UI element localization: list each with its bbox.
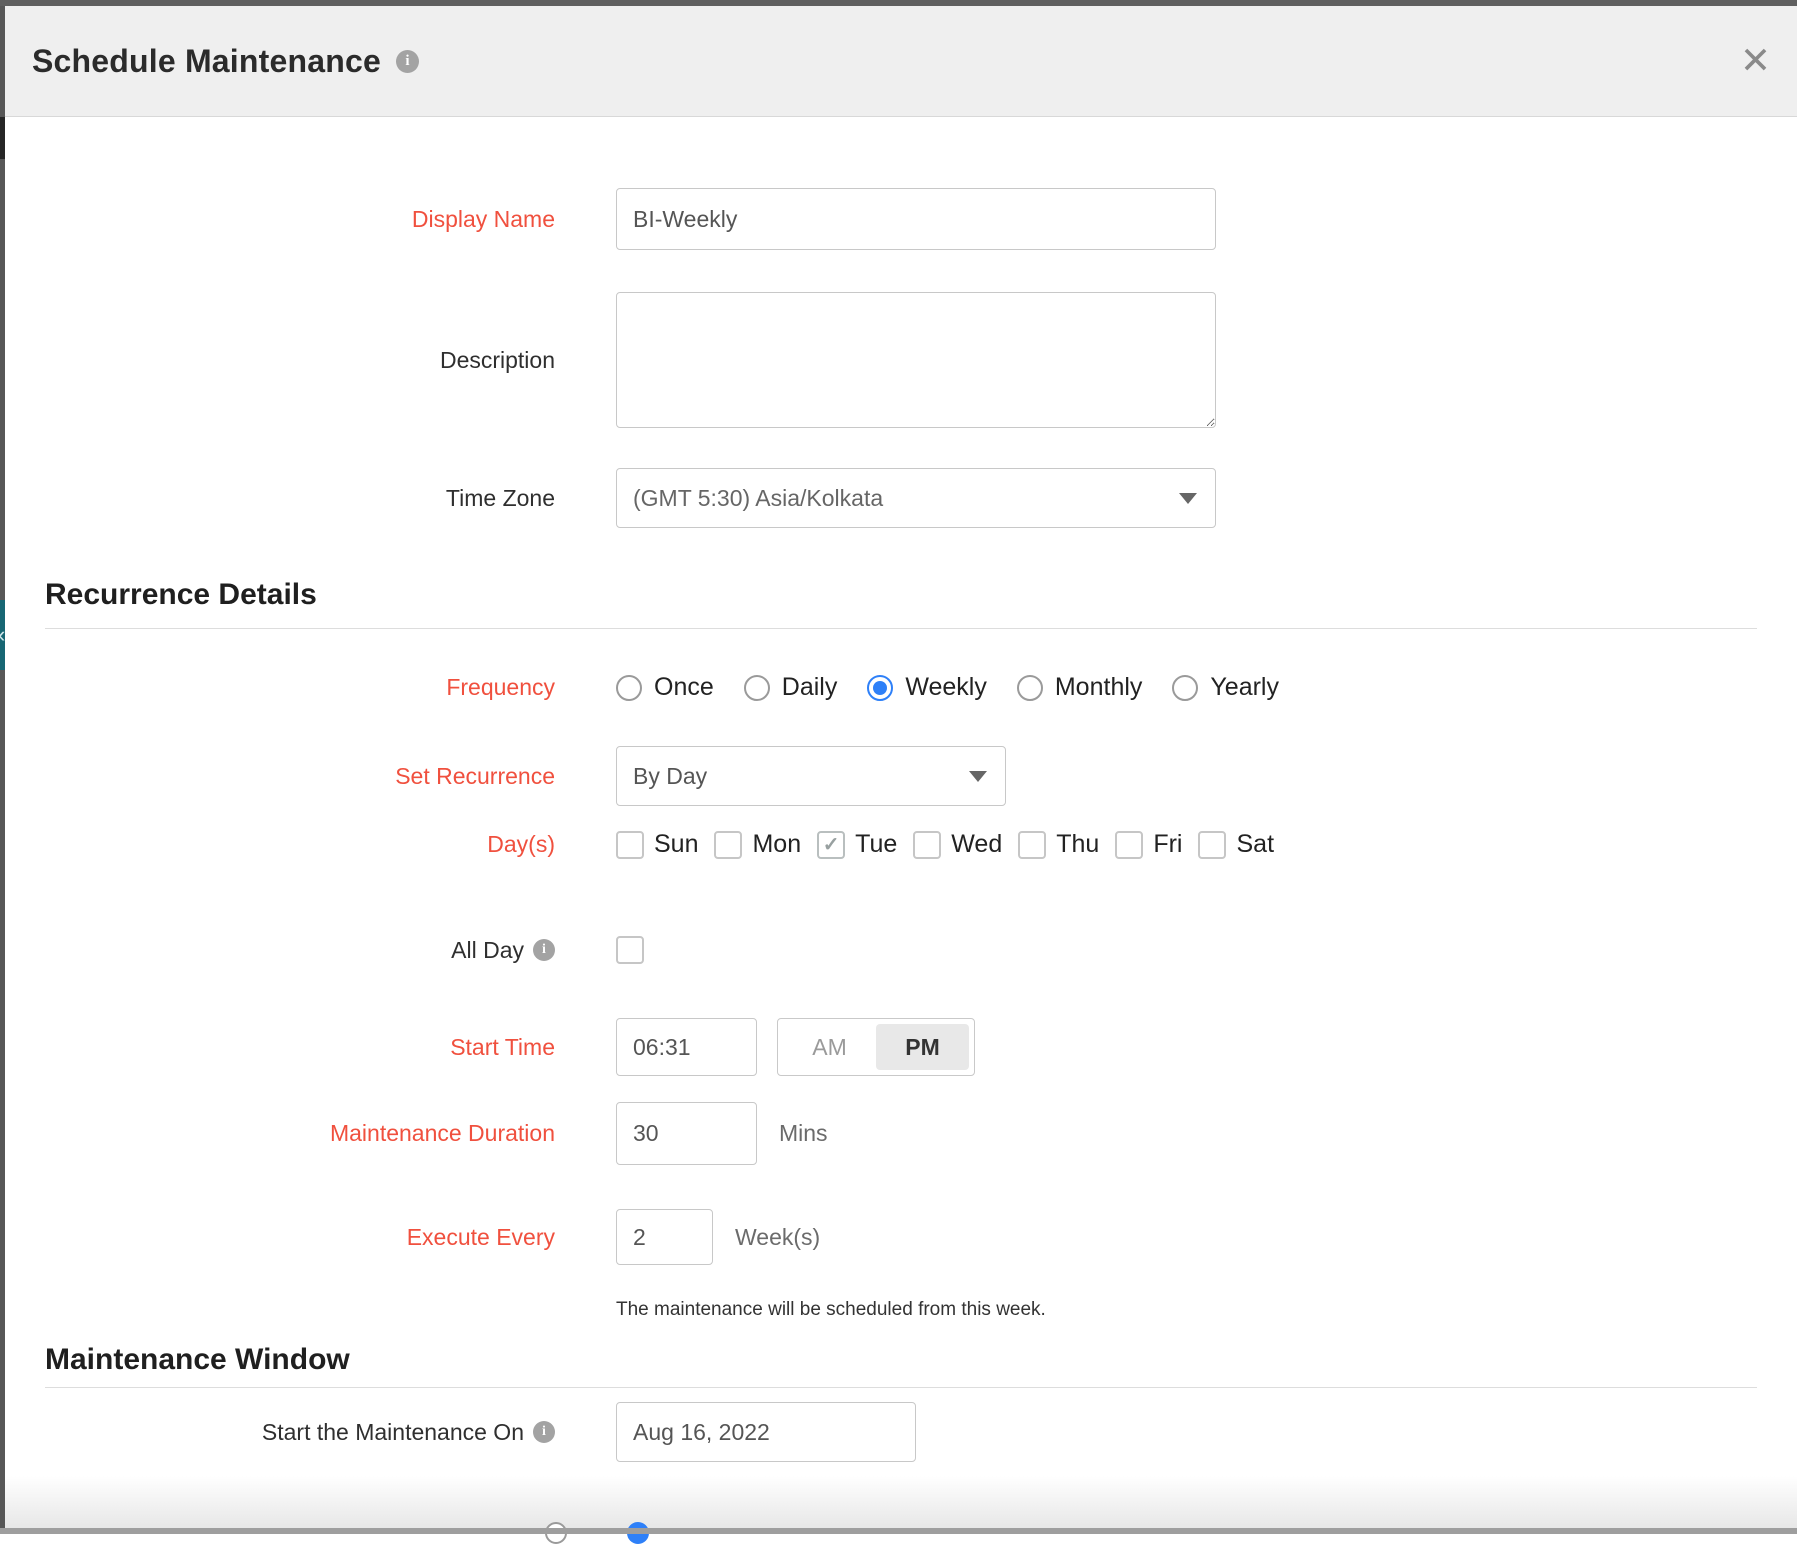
time-zone-value: (GMT 5:30) Asia/Kolkata bbox=[633, 484, 884, 511]
radio-once[interactable]: Once bbox=[616, 673, 714, 702]
background-page-edge-top bbox=[0, 0, 1797, 6]
execute-every-row: Execute Every Week(s) bbox=[5, 1209, 1797, 1265]
maintenance-duration-row: Maintenance Duration Mins bbox=[5, 1102, 1797, 1165]
maintenance-duration-input[interactable] bbox=[616, 1102, 757, 1165]
meridiem-toggle[interactable]: AM PM bbox=[777, 1018, 975, 1076]
time-zone-label: Time Zone bbox=[445, 484, 555, 511]
radio-monthly[interactable]: Monthly bbox=[1016, 673, 1142, 702]
set-recurrence-label: Set Recurrence bbox=[395, 762, 555, 789]
maintenance-window-heading: Maintenance Window bbox=[45, 1343, 350, 1376]
checkbox-thu[interactable]: ✓ Thu bbox=[1018, 830, 1099, 859]
radio-icon bbox=[1016, 674, 1043, 701]
background-text-fragment bbox=[0, 117, 5, 159]
set-recurrence-select[interactable]: By Day bbox=[616, 746, 1006, 806]
maintenance-duration-label: Maintenance Duration bbox=[329, 1120, 555, 1146]
checkbox-mon[interactable]: ✓ Mon bbox=[714, 830, 801, 859]
back-chevron-icon: ‹ bbox=[0, 600, 5, 670]
frequency-radio-group: Once Daily Weekly Monthly Yearly bbox=[616, 673, 1279, 702]
radio-daily[interactable]: Daily bbox=[743, 673, 837, 702]
checkbox-icon: ✓ bbox=[616, 936, 644, 964]
radio-icon bbox=[743, 674, 770, 701]
radio-icon bbox=[867, 674, 894, 701]
background-page-edge-bottom bbox=[0, 1528, 1797, 1534]
days-row: Day(s) ✓ Sun ✓ Mon ✓ Tue ✓ Wed bbox=[5, 830, 1797, 859]
description-label: Description bbox=[439, 346, 555, 373]
checkbox-icon: ✓ bbox=[1115, 830, 1144, 859]
description-textarea[interactable] bbox=[616, 292, 1216, 428]
checkbox-icon: ✓ bbox=[1018, 830, 1047, 859]
start-on-date-input[interactable] bbox=[616, 1402, 916, 1462]
info-icon[interactable]: i bbox=[533, 939, 555, 961]
time-zone-select[interactable]: (GMT 5:30) Asia/Kolkata bbox=[616, 468, 1216, 528]
duration-unit-label: Mins bbox=[779, 1120, 828, 1146]
recurrence-details-heading: Recurrence Details bbox=[45, 578, 317, 611]
days-label: Day(s) bbox=[487, 831, 555, 857]
start-on-label: Start the Maintenance On i bbox=[5, 1419, 616, 1446]
start-time-label: Start Time bbox=[450, 1033, 555, 1060]
dialog-header: Schedule Maintenance i ✕ bbox=[5, 6, 1797, 117]
checkbox-sat[interactable]: ✓ Sat bbox=[1198, 830, 1274, 859]
checkbox-icon: ✓ bbox=[616, 830, 644, 859]
info-icon[interactable]: i bbox=[533, 1421, 555, 1443]
checkbox-fri[interactable]: ✓ Fri bbox=[1115, 830, 1182, 859]
checkbox-sun[interactable]: ✓ Sun bbox=[616, 830, 698, 859]
time-zone-row: Time Zone (GMT 5:30) Asia/Kolkata bbox=[5, 468, 1797, 528]
execute-every-input[interactable] bbox=[616, 1209, 713, 1265]
checkbox-icon: ✓ bbox=[913, 830, 942, 859]
chevron-down-icon bbox=[969, 771, 987, 782]
schedule-maintenance-dialog: Schedule Maintenance i ✕ Display Name De… bbox=[5, 6, 1797, 1534]
chevron-down-icon bbox=[1179, 493, 1197, 504]
all-day-label: All Day i bbox=[5, 937, 616, 964]
start-time-row: Start Time AM PM bbox=[5, 1018, 1797, 1076]
frequency-row: Frequency Once Daily Weekly Monthly Year… bbox=[5, 673, 1797, 702]
pm-option[interactable]: PM bbox=[876, 1024, 969, 1070]
start-time-input[interactable] bbox=[616, 1018, 757, 1076]
all-day-row: All Day i ✓ bbox=[5, 936, 1797, 964]
checkbox-tue[interactable]: ✓ Tue bbox=[817, 830, 897, 859]
description-row: Description bbox=[5, 292, 1797, 428]
background-page-edge-left: ‹ bbox=[0, 6, 5, 1534]
dialog-body: Display Name Description Time Zone (GMT … bbox=[5, 117, 1797, 1462]
frequency-label: Frequency bbox=[446, 674, 555, 700]
display-name-input[interactable] bbox=[616, 188, 1216, 250]
checkbox-icon: ✓ bbox=[817, 830, 846, 859]
display-name-row: Display Name bbox=[5, 188, 1797, 250]
set-recurrence-value: By Day bbox=[633, 762, 708, 789]
section-divider bbox=[45, 1387, 1757, 1388]
all-day-checkbox[interactable]: ✓ bbox=[616, 936, 644, 964]
radio-icon bbox=[1172, 674, 1199, 701]
dialog-title: Schedule Maintenance bbox=[32, 42, 381, 79]
radio-yearly[interactable]: Yearly bbox=[1172, 673, 1279, 702]
execute-every-label: Execute Every bbox=[406, 1223, 555, 1250]
radio-weekly[interactable]: Weekly bbox=[867, 673, 987, 702]
checkbox-icon: ✓ bbox=[1198, 830, 1227, 859]
checkbox-icon: ✓ bbox=[714, 830, 743, 859]
checkbox-wed[interactable]: ✓ Wed bbox=[913, 830, 1002, 859]
execute-unit-label: Week(s) bbox=[735, 1223, 821, 1250]
schedule-note: The maintenance will be scheduled from t… bbox=[616, 1299, 1046, 1320]
am-option[interactable]: AM bbox=[783, 1034, 876, 1061]
set-recurrence-row: Set Recurrence By Day bbox=[5, 746, 1797, 806]
days-checkbox-group: ✓ Sun ✓ Mon ✓ Tue ✓ Wed ✓ Thu bbox=[616, 830, 1290, 859]
start-on-row: Start the Maintenance On i bbox=[5, 1402, 1797, 1462]
section-divider bbox=[45, 628, 1757, 629]
info-icon[interactable]: i bbox=[395, 49, 419, 73]
radio-icon bbox=[616, 674, 642, 701]
close-icon[interactable]: ✕ bbox=[1740, 42, 1771, 79]
display-name-label: Display Name bbox=[411, 205, 555, 232]
